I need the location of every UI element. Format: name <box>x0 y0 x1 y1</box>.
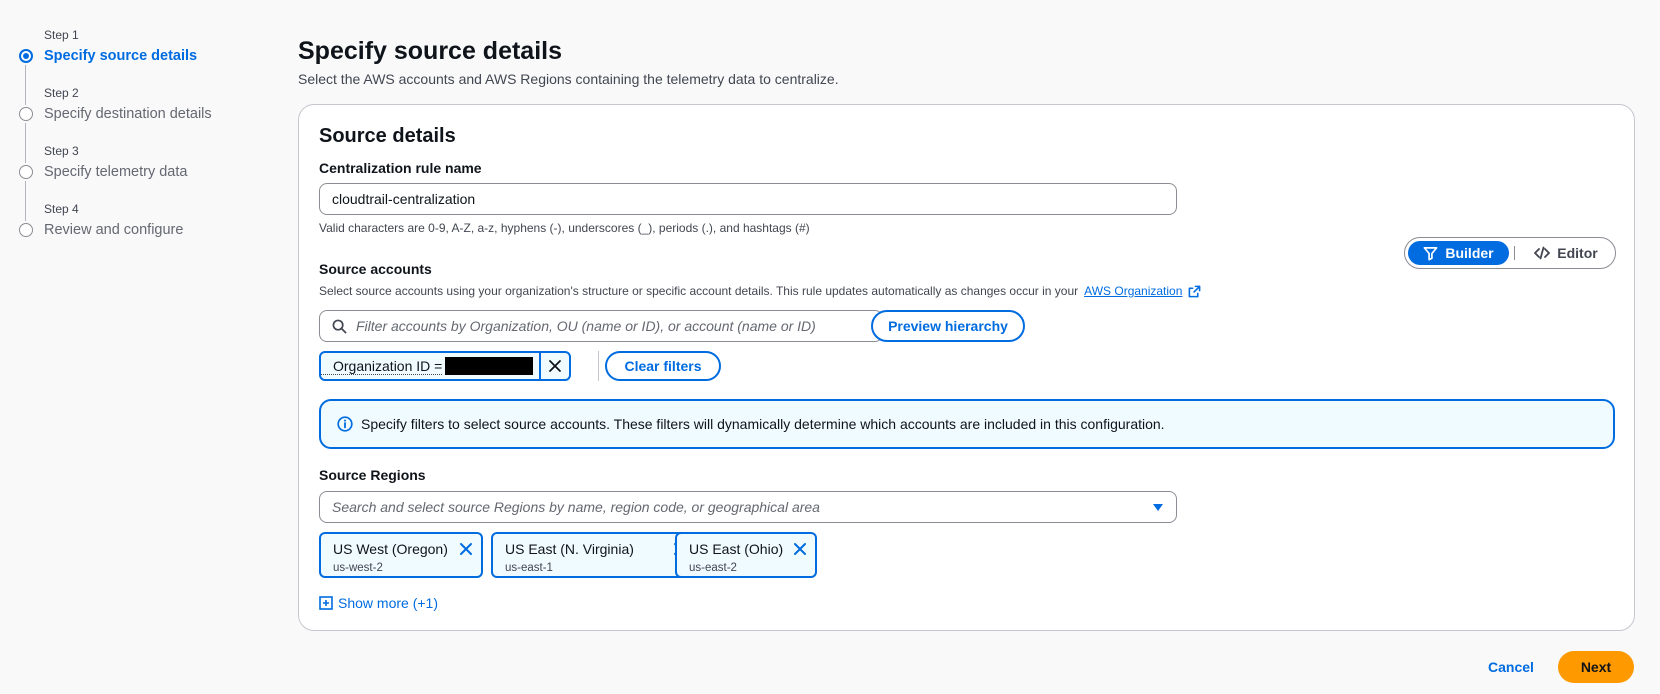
info-icon <box>337 416 353 432</box>
region-code: us-east-1 <box>505 562 553 574</box>
rule-name-hint: Valid characters are 0-9, A-Z, a-z, hyph… <box>319 221 810 235</box>
region-code: us-east-2 <box>689 562 737 574</box>
builder-mode-button[interactable]: Builder <box>1408 241 1509 265</box>
filter-token-label: Organization ID = <box>321 357 443 375</box>
remove-region-icon[interactable] <box>459 542 473 556</box>
remove-filter-button[interactable] <box>539 353 569 379</box>
page-description: Select the AWS accounts and AWS Regions … <box>298 71 839 87</box>
step-number: Step 1 <box>44 28 79 42</box>
region-code: us-west-2 <box>333 562 383 574</box>
show-more-label: Show more (+1) <box>338 595 438 611</box>
code-icon <box>1534 246 1551 260</box>
expand-plus-icon <box>319 596 333 610</box>
info-alert: Specify filters to select source account… <box>319 399 1615 449</box>
builder-label: Builder <box>1445 245 1494 261</box>
step-indicator-icon <box>19 223 33 237</box>
editor-label: Editor <box>1557 245 1598 261</box>
step-indicator-icon <box>19 107 33 121</box>
step-title[interactable]: Specify destination details <box>44 104 266 124</box>
region-name: US East (N. Virginia) <box>505 541 634 557</box>
region-name: US East (Ohio) <box>689 541 784 557</box>
page-title: Specify source details <box>298 37 563 65</box>
source-details-container: Source details Centralization rule name … <box>298 104 1635 631</box>
cancel-button[interactable]: Cancel <box>1478 651 1544 683</box>
filter-token-label-text: Organization ID = <box>333 357 443 374</box>
step-active-indicator-icon <box>19 49 33 63</box>
step-title[interactable]: Review and configure <box>44 220 266 240</box>
wizard-step-2[interactable]: Step 2 Specify destination details <box>16 86 266 163</box>
next-button[interactable]: Next <box>1558 651 1634 683</box>
region-name: US West (Oregon) <box>333 541 448 557</box>
external-link-icon <box>1189 285 1201 297</box>
step-title[interactable]: Specify telemetry data <box>44 162 266 182</box>
source-regions-select[interactable]: Search and select source Regions by name… <box>319 491 1177 523</box>
account-filter-input[interactable] <box>319 310 883 342</box>
step-indicator-icon <box>19 165 33 179</box>
source-accounts-label: Source accounts <box>319 261 432 277</box>
step-number: Step 4 <box>44 202 79 216</box>
step-number: Step 3 <box>44 144 79 158</box>
wizard-step-4[interactable]: Step 4 Review and configure <box>16 202 266 260</box>
organization-id-filter-token[interactable]: Organization ID = <box>319 351 571 381</box>
region-token-us-east-1: US East (N. Virginia) us-east-1 <box>491 532 697 578</box>
info-alert-message: Specify filters to select source account… <box>361 416 1165 432</box>
clear-filters-button[interactable]: Clear filters <box>605 351 721 381</box>
step-number: Step 2 <box>44 86 79 100</box>
redacted-organization-id <box>445 357 534 375</box>
search-icon <box>332 319 347 334</box>
wizard-step-1[interactable]: Step 1 Specify source details <box>16 28 266 105</box>
editor-mode-button[interactable]: Editor <box>1521 241 1611 265</box>
toggle-divider <box>1514 246 1515 260</box>
source-regions-label: Source Regions <box>319 467 426 483</box>
aws-organization-link[interactable]: AWS Organization <box>1084 284 1182 298</box>
region-token-us-east-2: US East (Ohio) us-east-2 <box>675 532 817 578</box>
preview-hierarchy-button[interactable]: Preview hierarchy <box>871 310 1025 342</box>
wizard-step-3[interactable]: Step 3 Specify telemetry data <box>16 144 266 221</box>
rule-name-input[interactable] <box>319 183 1177 215</box>
caret-down-icon <box>1153 504 1163 511</box>
account-filter-text-field[interactable] <box>356 311 876 341</box>
show-more-regions-button[interactable]: Show more (+1) <box>319 595 438 611</box>
source-accounts-description-text: Select source accounts using your organi… <box>319 284 1079 298</box>
filter-icon <box>1423 246 1438 260</box>
region-token-us-west-2: US West (Oregon) us-west-2 <box>319 532 483 578</box>
source-accounts-description: Select source accounts using your organi… <box>319 284 1201 298</box>
builder-editor-toggle: Builder Editor <box>1404 237 1616 269</box>
wizard-steps: Step 1 Specify source details Step 2 Spe… <box>16 28 266 260</box>
rule-name-label: Centralization rule name <box>319 160 482 176</box>
close-icon <box>549 360 561 372</box>
remove-region-icon[interactable] <box>793 542 807 556</box>
container-title: Source details <box>319 125 456 147</box>
step-title[interactable]: Specify source details <box>44 46 266 66</box>
source-regions-placeholder: Search and select source Regions by name… <box>332 499 820 515</box>
filter-divider <box>598 351 599 381</box>
